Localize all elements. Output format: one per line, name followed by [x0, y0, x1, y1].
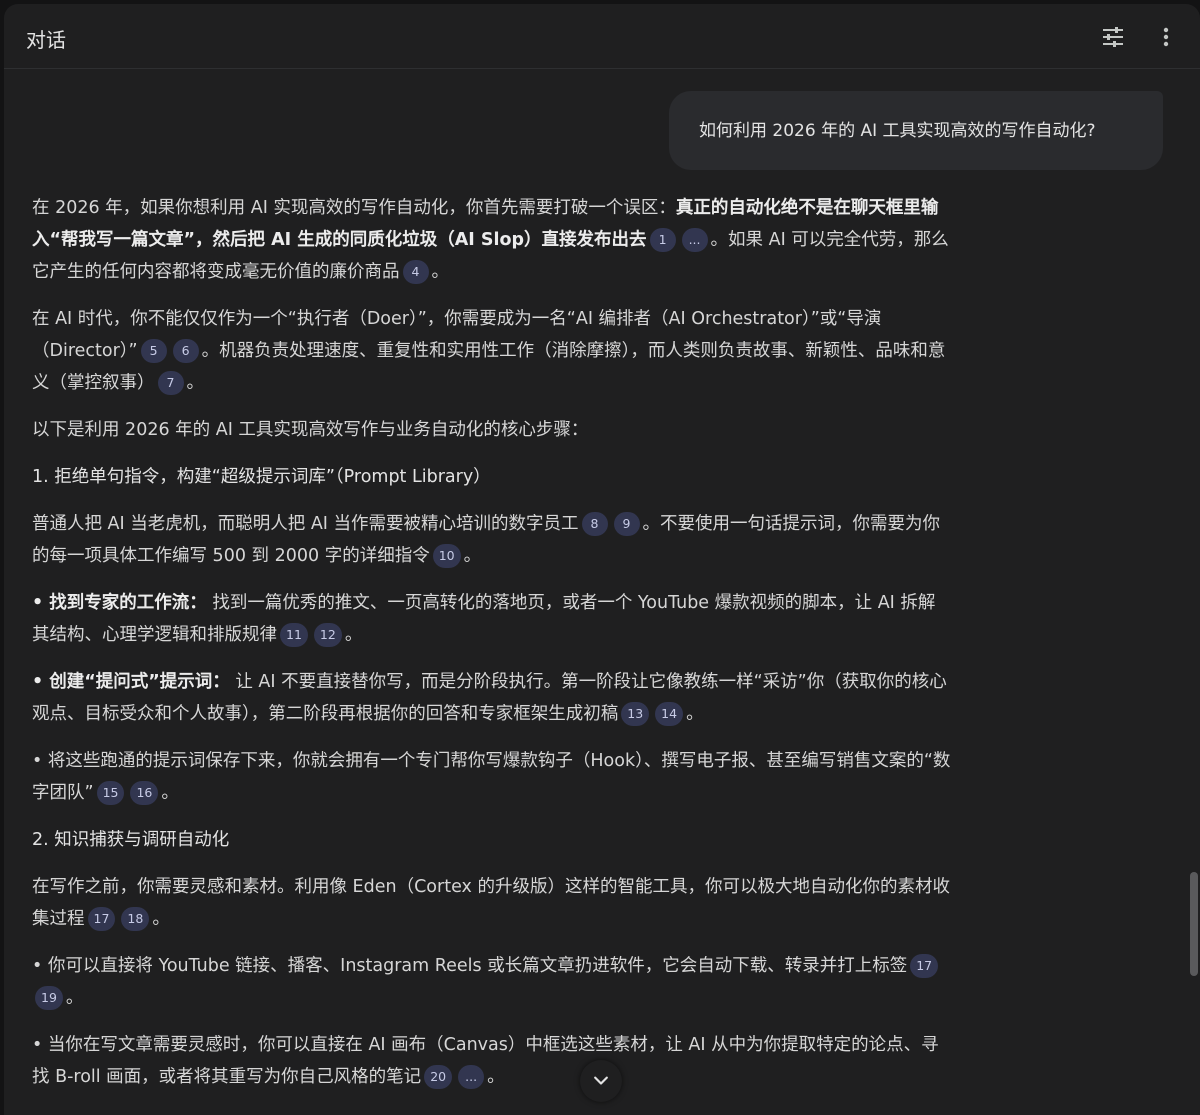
- paragraph-steps-intro: 以下是利用 2026 年的 AI 工具实现高效写作与业务自动化的核心步骤：: [32, 420, 589, 440]
- citation-chip[interactable]: 20: [424, 1065, 453, 1089]
- citation-chip[interactable]: 9: [613, 512, 640, 536]
- bullet-digital-team: • 将这些跑通的提示词保存下来，你就会拥有一个专门帮你写爆款钩子（Hook）、撰…: [32, 751, 951, 805]
- paragraph-knowledge-capture: 在写作之前，你需要灵感和素材。利用像 Eden（Cortex 的升级版）这样的智…: [32, 877, 950, 931]
- section-heading-2: 2. 知识捕获与调研自动化: [32, 830, 230, 850]
- citation-chip[interactable]: 14: [655, 702, 684, 726]
- citation-chip[interactable]: 17: [910, 954, 939, 978]
- scroll-to-bottom-button[interactable]: [580, 1060, 622, 1102]
- section-heading-1: 1. 拒绝单句指令，构建“超级提示词库”（Prompt Library）: [32, 467, 491, 487]
- conversation-panel: 对话 如何利用 2026 年的 AI 工具实现高效的写作自动化? 在 2026 …: [4, 4, 1200, 1115]
- bullet-import-media: • 你可以直接将 YouTube 链接、播客、Instagram Reels 或…: [32, 950, 952, 1014]
- paragraph-prompt-library: 普通人把 AI 当老虎机，而聪明人把 AI 当作需要被精心培训的数字员工 8 9 。不…: [32, 512, 941, 568]
- citation-chip[interactable]: 5: [140, 339, 167, 363]
- citation-chip[interactable]: 4: [402, 260, 429, 284]
- chevron-down-icon: [594, 1076, 608, 1085]
- tune-button[interactable]: [1098, 22, 1128, 52]
- assistant-response: 在 2026 年，如果你想利用 AI 实现高效的写作自动化，你首先需要打破一个误…: [32, 192, 952, 1108]
- bullet-expert-workflow: • 找到专家的工作流： 找到一篇优秀的推文、一页高转化的落地页，或者一个 You…: [32, 593, 936, 647]
- citation-chip[interactable]: 12: [313, 623, 342, 647]
- citation-chip[interactable]: 7: [157, 371, 184, 395]
- paragraph-orchestrator: 在 AI 时代，你不能仅仅作为一个“执行者（Doer）”，你需要成为一名“AI …: [32, 309, 946, 395]
- citation-chip[interactable]: ...: [458, 1065, 485, 1089]
- citation-chip[interactable]: 17: [87, 907, 116, 931]
- citation-chip[interactable]: 10: [432, 544, 461, 568]
- citation-chip[interactable]: 18: [121, 907, 150, 931]
- citation-chip[interactable]: 15: [96, 781, 125, 805]
- citation-chip[interactable]: ...: [681, 228, 708, 252]
- citation-chip[interactable]: 6: [172, 339, 199, 363]
- conversation-header: 对话: [4, 4, 1200, 69]
- page-title: 对话: [26, 28, 66, 52]
- citation-chip[interactable]: 19: [35, 986, 63, 1010]
- more-vert-icon: [1163, 27, 1169, 47]
- bullet-canvas: • 当你在写文章需要灵感时，你可以直接在 AI 画布（Canvas）中框选这些素…: [32, 1035, 939, 1089]
- citation-chip[interactable]: 1: [649, 228, 676, 252]
- user-message: 如何利用 2026 年的 AI 工具实现高效的写作自动化?: [669, 91, 1163, 170]
- scrollbar-thumb[interactable]: [1190, 872, 1198, 976]
- bullet-interview-prompt: • 创建“提问式”提示词： 让 AI 不要直接替你写，而是分阶段执行。第一阶段让…: [32, 672, 947, 726]
- paragraph-intro: 在 2026 年，如果你想利用 AI 实现高效的写作自动化，你首先需要打破一个误…: [32, 198, 949, 284]
- citation-chip[interactable]: 11: [280, 623, 308, 647]
- citation-chip[interactable]: 16: [130, 781, 159, 805]
- citation-chip[interactable]: 8: [581, 512, 608, 536]
- more-options-button[interactable]: [1151, 22, 1181, 52]
- tune-icon: [1103, 27, 1123, 47]
- citation-chip[interactable]: 13: [621, 702, 650, 726]
